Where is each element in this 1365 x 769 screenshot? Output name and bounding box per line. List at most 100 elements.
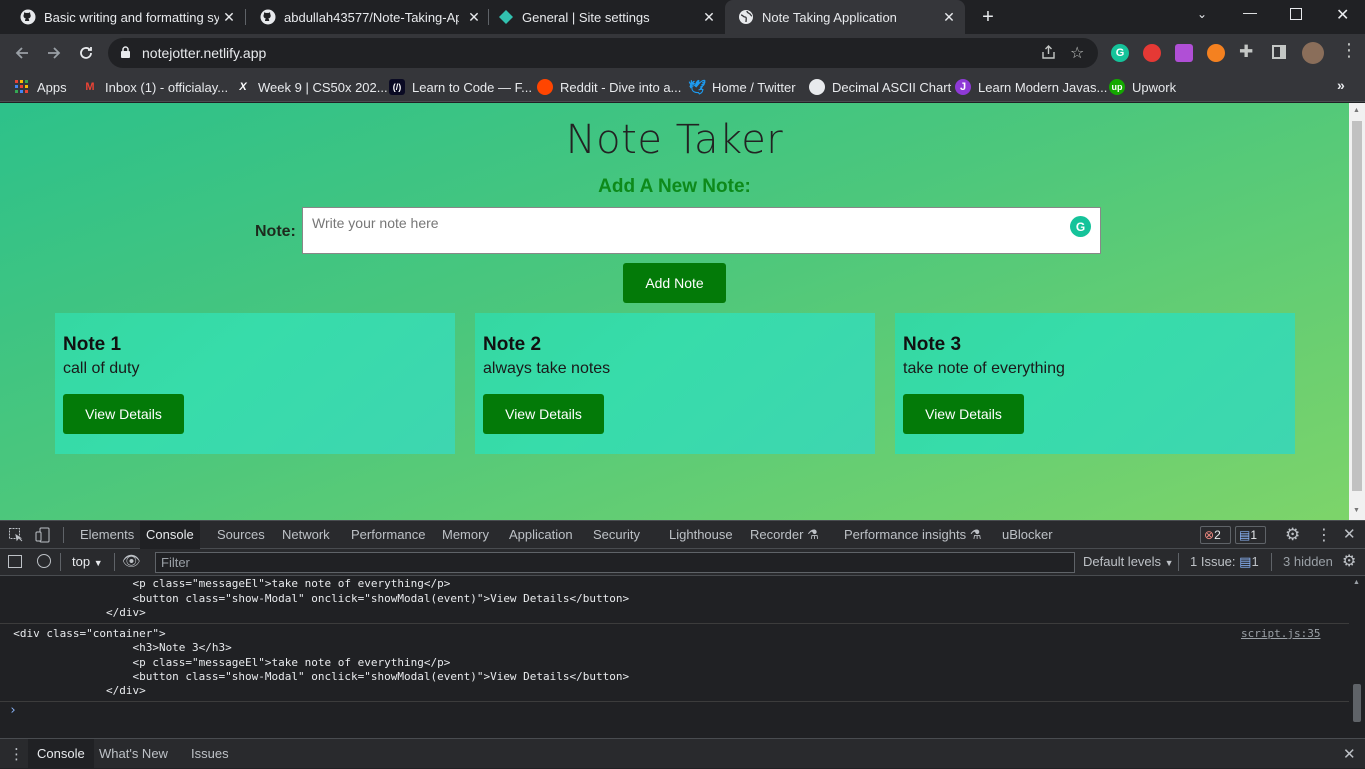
side-panel-icon[interactable] xyxy=(1272,45,1286,59)
tab-security[interactable]: Security xyxy=(587,521,646,549)
drawer-tab-console[interactable]: Console xyxy=(28,739,94,769)
close-devtools-icon[interactable]: ✕ xyxy=(1343,525,1356,543)
inspect-element-icon[interactable] xyxy=(8,527,24,543)
extension-icon[interactable] xyxy=(1175,44,1193,62)
tab-lighthouse[interactable]: Lighthouse xyxy=(663,521,739,549)
rss-extension-icon[interactable] xyxy=(1207,44,1225,62)
tab-title: General | Site settings xyxy=(522,9,650,25)
share-icon[interactable] xyxy=(1040,44,1057,66)
live-expression-eye-icon[interactable]: 👁 xyxy=(122,552,141,570)
message-icon: ▤ xyxy=(1239,528,1251,542)
adblock-extension-icon[interactable] xyxy=(1143,44,1161,62)
tab-network[interactable]: Network xyxy=(276,521,336,549)
tab-memory[interactable]: Memory xyxy=(436,521,495,549)
message-count-badge[interactable]: ▤1 xyxy=(1235,526,1266,544)
scroll-down-icon[interactable]: ▼ xyxy=(1353,507,1360,514)
tab-sources[interactable]: Sources xyxy=(211,521,271,549)
bookmark-ascii[interactable]: Decimal ASCII Chart xyxy=(809,77,951,97)
bookmarks-overflow-icon[interactable]: » xyxy=(1337,77,1345,93)
view-details-button[interactable]: View Details xyxy=(483,394,604,434)
tab-ublocker[interactable]: uBlocker xyxy=(996,521,1059,549)
window-close-icon[interactable]: ✕ xyxy=(1336,5,1352,25)
issues-counter[interactable]: 1 Issue: ▤1 xyxy=(1190,554,1259,570)
console-prompt[interactable]: › xyxy=(9,704,17,718)
close-drawer-icon[interactable]: ✕ xyxy=(1343,745,1356,763)
close-icon[interactable]: ✕ xyxy=(941,9,957,25)
note-card: Note 2 always take notes View Details xyxy=(475,313,875,454)
bookmark-star-icon[interactable]: ☆ xyxy=(1070,43,1084,63)
bookmark-apps[interactable]: Apps xyxy=(14,77,67,97)
browser-tab[interactable]: General | Site settings ✕ xyxy=(478,0,725,34)
tab-elements[interactable]: Elements xyxy=(74,521,140,549)
bookmark-twitter[interactable]: 🕊 Home / Twitter xyxy=(688,77,795,97)
browser-tab[interactable]: Basic writing and formatting synt ✕ xyxy=(0,0,245,34)
settings-gear-icon[interactable]: ⚙ xyxy=(1285,525,1300,545)
drawer-tab-whats-new[interactable]: What's New xyxy=(90,739,177,769)
close-icon[interactable]: ✕ xyxy=(221,9,237,25)
context-selector[interactable]: top ▼ xyxy=(72,554,103,569)
browser-tab-active[interactable]: Note Taking Application ✕ xyxy=(725,0,965,34)
drawer-tab-issues[interactable]: Issues xyxy=(182,739,238,769)
bookmark-gmail[interactable]: M Inbox (1) - officialay... xyxy=(82,77,228,97)
lock-icon[interactable] xyxy=(120,46,131,64)
grammarly-extension-icon[interactable]: G xyxy=(1111,44,1129,62)
bookmark-freecodecamp[interactable]: (/) Learn to Code — F... xyxy=(389,77,532,97)
back-button[interactable] xyxy=(9,40,35,66)
bookmark-upwork[interactable]: up Upwork xyxy=(1109,77,1176,97)
device-toolbar-icon[interactable] xyxy=(35,527,51,543)
sidebar-toggle-icon[interactable] xyxy=(8,555,22,568)
devtools-panel: Elements Console Sources Network Perform… xyxy=(0,520,1365,769)
console-line: </div> xyxy=(0,684,146,697)
console-scrollbar[interactable]: ▲ xyxy=(1349,576,1365,738)
source-link[interactable]: script.js:35 xyxy=(1241,627,1320,641)
upwork-icon: up xyxy=(1109,79,1125,95)
close-icon[interactable]: ✕ xyxy=(701,9,717,25)
new-tab-button[interactable]: + xyxy=(978,6,998,28)
bookmark-cs50[interactable]: X Week 9 | CS50x 202... xyxy=(235,77,387,97)
view-details-button[interactable]: View Details xyxy=(903,394,1024,434)
menu-kebab-icon[interactable]: ⋮ xyxy=(1340,40,1358,61)
forward-button[interactable] xyxy=(41,40,67,66)
scrollbar-thumb[interactable] xyxy=(1352,121,1362,491)
note-card: Note 3 take note of everything View Deta… xyxy=(895,313,1295,454)
scroll-up-icon[interactable]: ▲ xyxy=(1353,579,1360,586)
grammarly-icon[interactable]: G xyxy=(1070,216,1091,237)
address-bar[interactable]: notejotter.netlify.app ☆ xyxy=(108,38,1098,68)
view-details-button[interactable]: View Details xyxy=(63,394,184,434)
error-count-badge[interactable]: ⊗2 xyxy=(1200,526,1231,544)
tab-title: Basic writing and formatting synt xyxy=(44,9,219,25)
reload-button[interactable] xyxy=(73,40,99,66)
bookmark-label: Decimal ASCII Chart xyxy=(832,79,952,95)
log-levels-dropdown[interactable]: Default levels ▼ xyxy=(1083,554,1174,569)
more-options-icon[interactable]: ⋮ xyxy=(1316,525,1332,545)
bookmark-javascript[interactable]: J Learn Modern Javas... xyxy=(955,77,1107,97)
browser-tab[interactable]: abdullah43577/Note-Taking-App ✕ xyxy=(240,0,490,34)
hidden-count: 3 hidden xyxy=(1283,554,1333,569)
console-settings-icon[interactable]: ⚙ xyxy=(1342,551,1356,571)
tab-performance[interactable]: Performance xyxy=(345,521,431,549)
extensions-puzzle-icon[interactable]: ✚ xyxy=(1239,42,1253,62)
context-label: top xyxy=(72,554,91,569)
globe-icon xyxy=(809,79,825,95)
bookmark-reddit[interactable]: Reddit - Dive into a... xyxy=(537,77,681,97)
note-card: Note 1 call of duty View Details xyxy=(55,313,455,454)
note-title: Note 3 xyxy=(903,334,962,355)
drawer-menu-icon[interactable]: ⋮ xyxy=(9,745,24,763)
page-scrollbar[interactable]: ▲ ▼ xyxy=(1349,103,1365,520)
console-scroll-thumb[interactable] xyxy=(1353,684,1361,722)
tab-application[interactable]: Application xyxy=(503,521,579,549)
tab-performance-insights[interactable]: Performance insights ⚗ xyxy=(838,521,987,549)
browser-toolbar: notejotter.netlify.app ☆ G ✚ ⋮ xyxy=(0,34,1365,72)
clear-console-icon[interactable] xyxy=(37,554,51,568)
restore-icon[interactable] xyxy=(1290,8,1302,20)
console-filter-input[interactable] xyxy=(155,552,1075,573)
scroll-up-icon[interactable]: ▲ xyxy=(1353,107,1360,114)
tab-search-icon[interactable]: ⌄ xyxy=(1197,7,1213,25)
minimize-icon[interactable]: — xyxy=(1243,4,1259,24)
tab-console[interactable]: Console xyxy=(140,521,200,549)
avatar[interactable] xyxy=(1302,42,1324,64)
note-input[interactable] xyxy=(302,207,1101,254)
levels-label: Default levels xyxy=(1083,554,1162,569)
tab-recorder[interactable]: Recorder ⚗ xyxy=(744,521,825,549)
add-note-button[interactable]: Add Note xyxy=(623,263,726,303)
